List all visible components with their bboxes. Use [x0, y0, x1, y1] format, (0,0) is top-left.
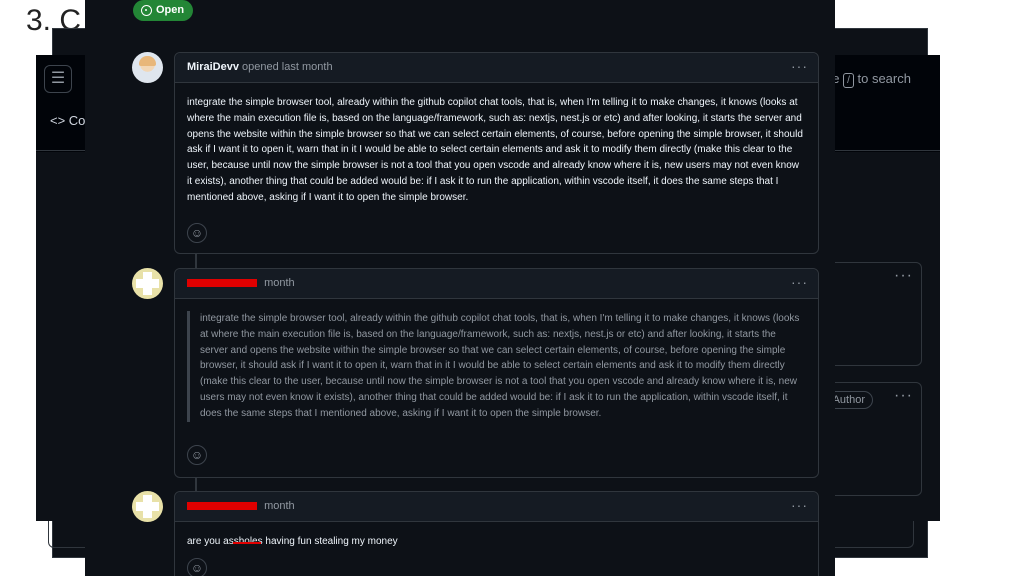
- comment-body: are you assholes having fun stealing my …: [175, 522, 818, 550]
- smiley-icon[interactable]: ☺: [187, 223, 207, 243]
- redacted-username: [187, 279, 257, 288]
- issue-comment: MiraiDevv opened last month ··· integrat…: [174, 52, 819, 254]
- slash-key-icon: /: [843, 73, 854, 88]
- kebab-menu-icon[interactable]: ···: [791, 58, 808, 74]
- hamburger-icon[interactable]: ☰: [44, 65, 72, 93]
- comment-header: month ···: [175, 492, 818, 522]
- avatar[interactable]: [132, 52, 163, 83]
- blockquote: integrate the simple browser tool, alrea…: [187, 311, 806, 422]
- redacted-word: ssholes: [228, 536, 263, 547]
- code-tab[interactable]: <> Co: [50, 113, 85, 128]
- comment-meta: month: [264, 277, 295, 289]
- avatar[interactable]: [132, 491, 163, 522]
- comment-author[interactable]: MiraiDevv: [187, 61, 239, 73]
- comment-body: integrate the simple browser tool, alrea…: [187, 97, 803, 203]
- redacted-username: [187, 502, 257, 511]
- comment-meta: opened last month: [242, 61, 333, 73]
- issue-opened-icon: [141, 4, 152, 16]
- timeline-connector: [195, 254, 197, 268]
- issue-conversation-panel: Open MiraiDevv opened last month ··· int…: [85, 0, 835, 576]
- smiley-icon[interactable]: ☺: [187, 445, 207, 465]
- kebab-menu-icon[interactable]: ···: [791, 497, 808, 513]
- issue-comment: month ··· are you assholes having fun st…: [174, 491, 819, 576]
- issue-comment: month ··· integrate the simple browser t…: [174, 268, 819, 478]
- timeline-connector: [195, 478, 197, 491]
- comment-text-start: are you a: [187, 536, 229, 547]
- comment-meta: month: [264, 500, 295, 512]
- kebab-menu-icon[interactable]: ···: [894, 387, 913, 405]
- search-suffix: to search: [857, 71, 911, 86]
- comment-body: integrate the simple browser tool, alrea…: [175, 299, 818, 422]
- kebab-menu-icon[interactable]: ···: [894, 267, 913, 285]
- avatar[interactable]: [132, 268, 163, 299]
- kebab-menu-icon[interactable]: ···: [791, 274, 808, 290]
- comment-header: MiraiDevv opened last month ···: [175, 53, 818, 83]
- issue-state-label: Open: [156, 4, 185, 16]
- comment-header: month ···: [175, 269, 818, 299]
- comment-text-end: having fun stealing my money: [262, 536, 398, 547]
- issue-state-badge: Open: [133, 0, 194, 21]
- smiley-icon[interactable]: ☺: [187, 558, 207, 576]
